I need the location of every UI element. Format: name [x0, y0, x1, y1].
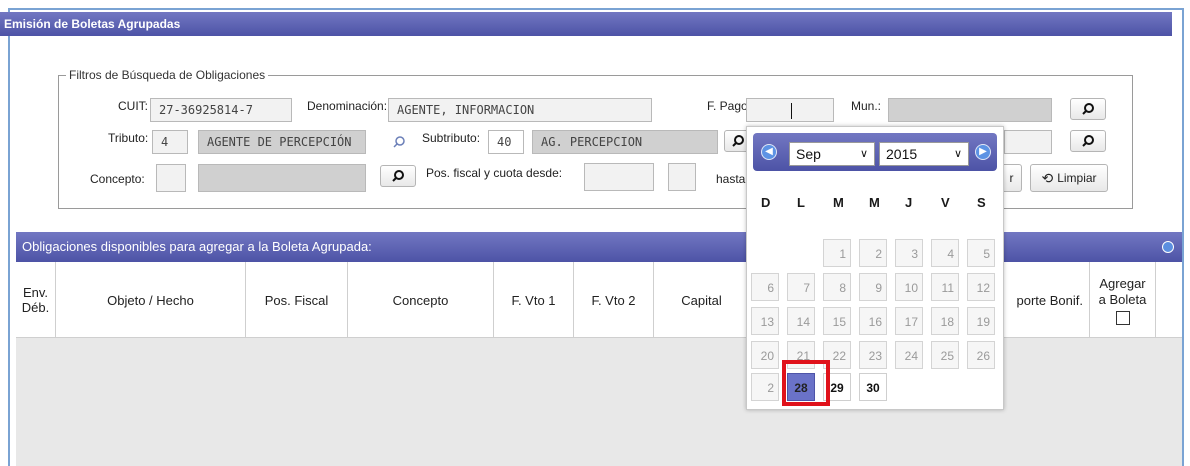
calendar-day[interactable]: 13	[751, 307, 779, 335]
mun-label: Mun.:	[851, 99, 882, 113]
text-cursor	[791, 103, 792, 119]
calendar-day[interactable]: 14	[787, 307, 815, 335]
search-icon	[392, 170, 404, 182]
select-all-checkbox[interactable]	[1115, 310, 1130, 325]
posfiscal-from-field[interactable]	[584, 163, 654, 191]
calendar-day[interactable]: 18	[931, 307, 959, 335]
subtributo-desc-field: AG. PERCEPCION	[532, 130, 718, 154]
chevron-down-icon: ∨	[953, 148, 962, 160]
annotation-highlight-box	[782, 360, 830, 406]
calendar-day[interactable]: 7	[787, 273, 815, 301]
col-capital[interactable]: Capital	[654, 262, 750, 338]
cuit-label: CUIT:	[118, 99, 148, 113]
fpago-field[interactable]	[746, 98, 834, 122]
concepto-label: Concepto:	[90, 172, 145, 186]
mun-field[interactable]	[888, 98, 1052, 122]
collapse-icon[interactable]	[1162, 241, 1174, 253]
tributo-search-button[interactable]	[381, 131, 417, 153]
subtributo-code-field[interactable]: 40	[488, 130, 524, 154]
denominacion-field[interactable]: AGENTE, INFORMACION	[388, 98, 652, 122]
calendar-day[interactable]: 6	[751, 273, 779, 301]
refresh-icon: ⟲	[1041, 169, 1054, 186]
calendar-day[interactable]: 10	[895, 273, 923, 301]
tributo-desc-field: AGENTE DE PERCEPCIÓN	[198, 130, 366, 154]
year-select[interactable]: 2015 ∨	[879, 142, 969, 166]
mun-search-button[interactable]	[1070, 98, 1106, 120]
search-icon	[1082, 103, 1094, 115]
subtributo-label: Subtributo:	[422, 131, 481, 145]
calendar-day[interactable]: 16	[859, 307, 887, 335]
col-importe-bonif-label: porte Bonif.	[1016, 292, 1084, 308]
calendar-day[interactable]: 11	[931, 273, 959, 301]
calendar-day[interactable]: 25	[931, 341, 959, 369]
buscar-label: r	[1009, 171, 1014, 185]
grid-title: Obligaciones disponibles para agregar a …	[22, 239, 372, 254]
calendar-day[interactable]: 20	[751, 341, 779, 369]
weekday: L	[797, 195, 805, 210]
fpago-label: F. Pago:	[707, 99, 752, 113]
cuota-from-field[interactable]	[668, 163, 696, 191]
posfiscal-label: Pos. fiscal y cuota desde:	[426, 166, 563, 180]
weekday: V	[941, 195, 950, 210]
search-icon	[1082, 135, 1094, 147]
concepto-code-field[interactable]	[156, 164, 186, 192]
prev-month-icon[interactable]: ◀	[761, 144, 777, 160]
month-value: Sep	[796, 146, 821, 162]
weekday: J	[905, 195, 913, 210]
obligation-field[interactable]	[1004, 130, 1052, 154]
calendar-day[interactable]: 3	[895, 239, 923, 267]
col-concepto[interactable]: Concepto	[348, 262, 494, 338]
calendar-day[interactable]: 30	[859, 373, 887, 401]
weekday: M	[869, 195, 880, 210]
col-env-deb[interactable]: Env. Déb.	[16, 262, 56, 338]
concepto-search-button[interactable]	[380, 165, 416, 187]
search-icon	[732, 135, 744, 147]
denominacion-label: Denominación:	[307, 99, 388, 113]
calendar-day[interactable]: 2	[751, 373, 779, 401]
col-agregar: Agregar a Boleta	[1090, 262, 1156, 338]
filters-legend: Filtros de Búsqueda de Obligaciones	[66, 68, 269, 82]
calendar-day[interactable]: 19	[967, 307, 995, 335]
cuit-field[interactable]: 27-36925814-7	[150, 98, 292, 122]
calendar-day[interactable]: 17	[895, 307, 923, 335]
calendar-day[interactable]: 9	[859, 273, 887, 301]
calendar-day[interactable]: 15	[823, 307, 851, 335]
extra-search-button[interactable]	[1070, 130, 1106, 152]
weekday: M	[833, 195, 844, 210]
calendar-day[interactable]: 26	[967, 341, 995, 369]
month-select[interactable]: Sep ∨	[789, 142, 875, 166]
weekday: S	[977, 195, 986, 210]
col-objeto[interactable]: Objeto / Hecho	[56, 262, 246, 338]
calendar-day[interactable]: 8	[823, 273, 851, 301]
grid-header: Obligaciones disponibles para agregar a …	[16, 232, 1182, 262]
year-value: 2015	[886, 146, 918, 162]
calendar-day[interactable]: 4	[931, 239, 959, 267]
datepicker-header: ◀ Sep ∨ 2015 ∨ ▶	[753, 133, 997, 171]
tributo-label: Tributo:	[108, 131, 149, 145]
calendar-day[interactable]: 24	[895, 341, 923, 369]
col-fvto1[interactable]: F. Vto 1	[494, 262, 574, 338]
tributo-code-field[interactable]: 4	[152, 130, 188, 154]
concepto-desc-field	[198, 164, 366, 192]
col-pos-fiscal[interactable]: Pos. Fiscal	[246, 262, 348, 338]
limpiar-label: Limpiar	[1057, 171, 1097, 185]
calendar-day[interactable]: 1	[823, 239, 851, 267]
calendar-day[interactable]: 12	[967, 273, 995, 301]
col-agregar-label: Agregar a Boleta	[1098, 275, 1147, 307]
calendar-day[interactable]: 23	[859, 341, 887, 369]
search-icon	[393, 136, 405, 148]
calendar-day[interactable]: 5	[967, 239, 995, 267]
weekday: D	[761, 195, 771, 210]
limpiar-button[interactable]: ⟲ Limpiar	[1030, 164, 1108, 192]
hasta-label: hasta	[716, 172, 746, 186]
buscar-button[interactable]: r	[1002, 164, 1022, 192]
calendar-day[interactable]: 2	[859, 239, 887, 267]
col-fvto2[interactable]: F. Vto 2	[574, 262, 654, 338]
chevron-down-icon: ∨	[859, 148, 868, 160]
grid-body	[16, 338, 1182, 466]
next-month-icon[interactable]: ▶	[975, 144, 991, 160]
window-title: Emisión de Boletas Agrupadas	[0, 12, 1172, 36]
grid-column-headers: Env. Déb. Objeto / Hecho Pos. Fiscal Con…	[16, 262, 1182, 338]
